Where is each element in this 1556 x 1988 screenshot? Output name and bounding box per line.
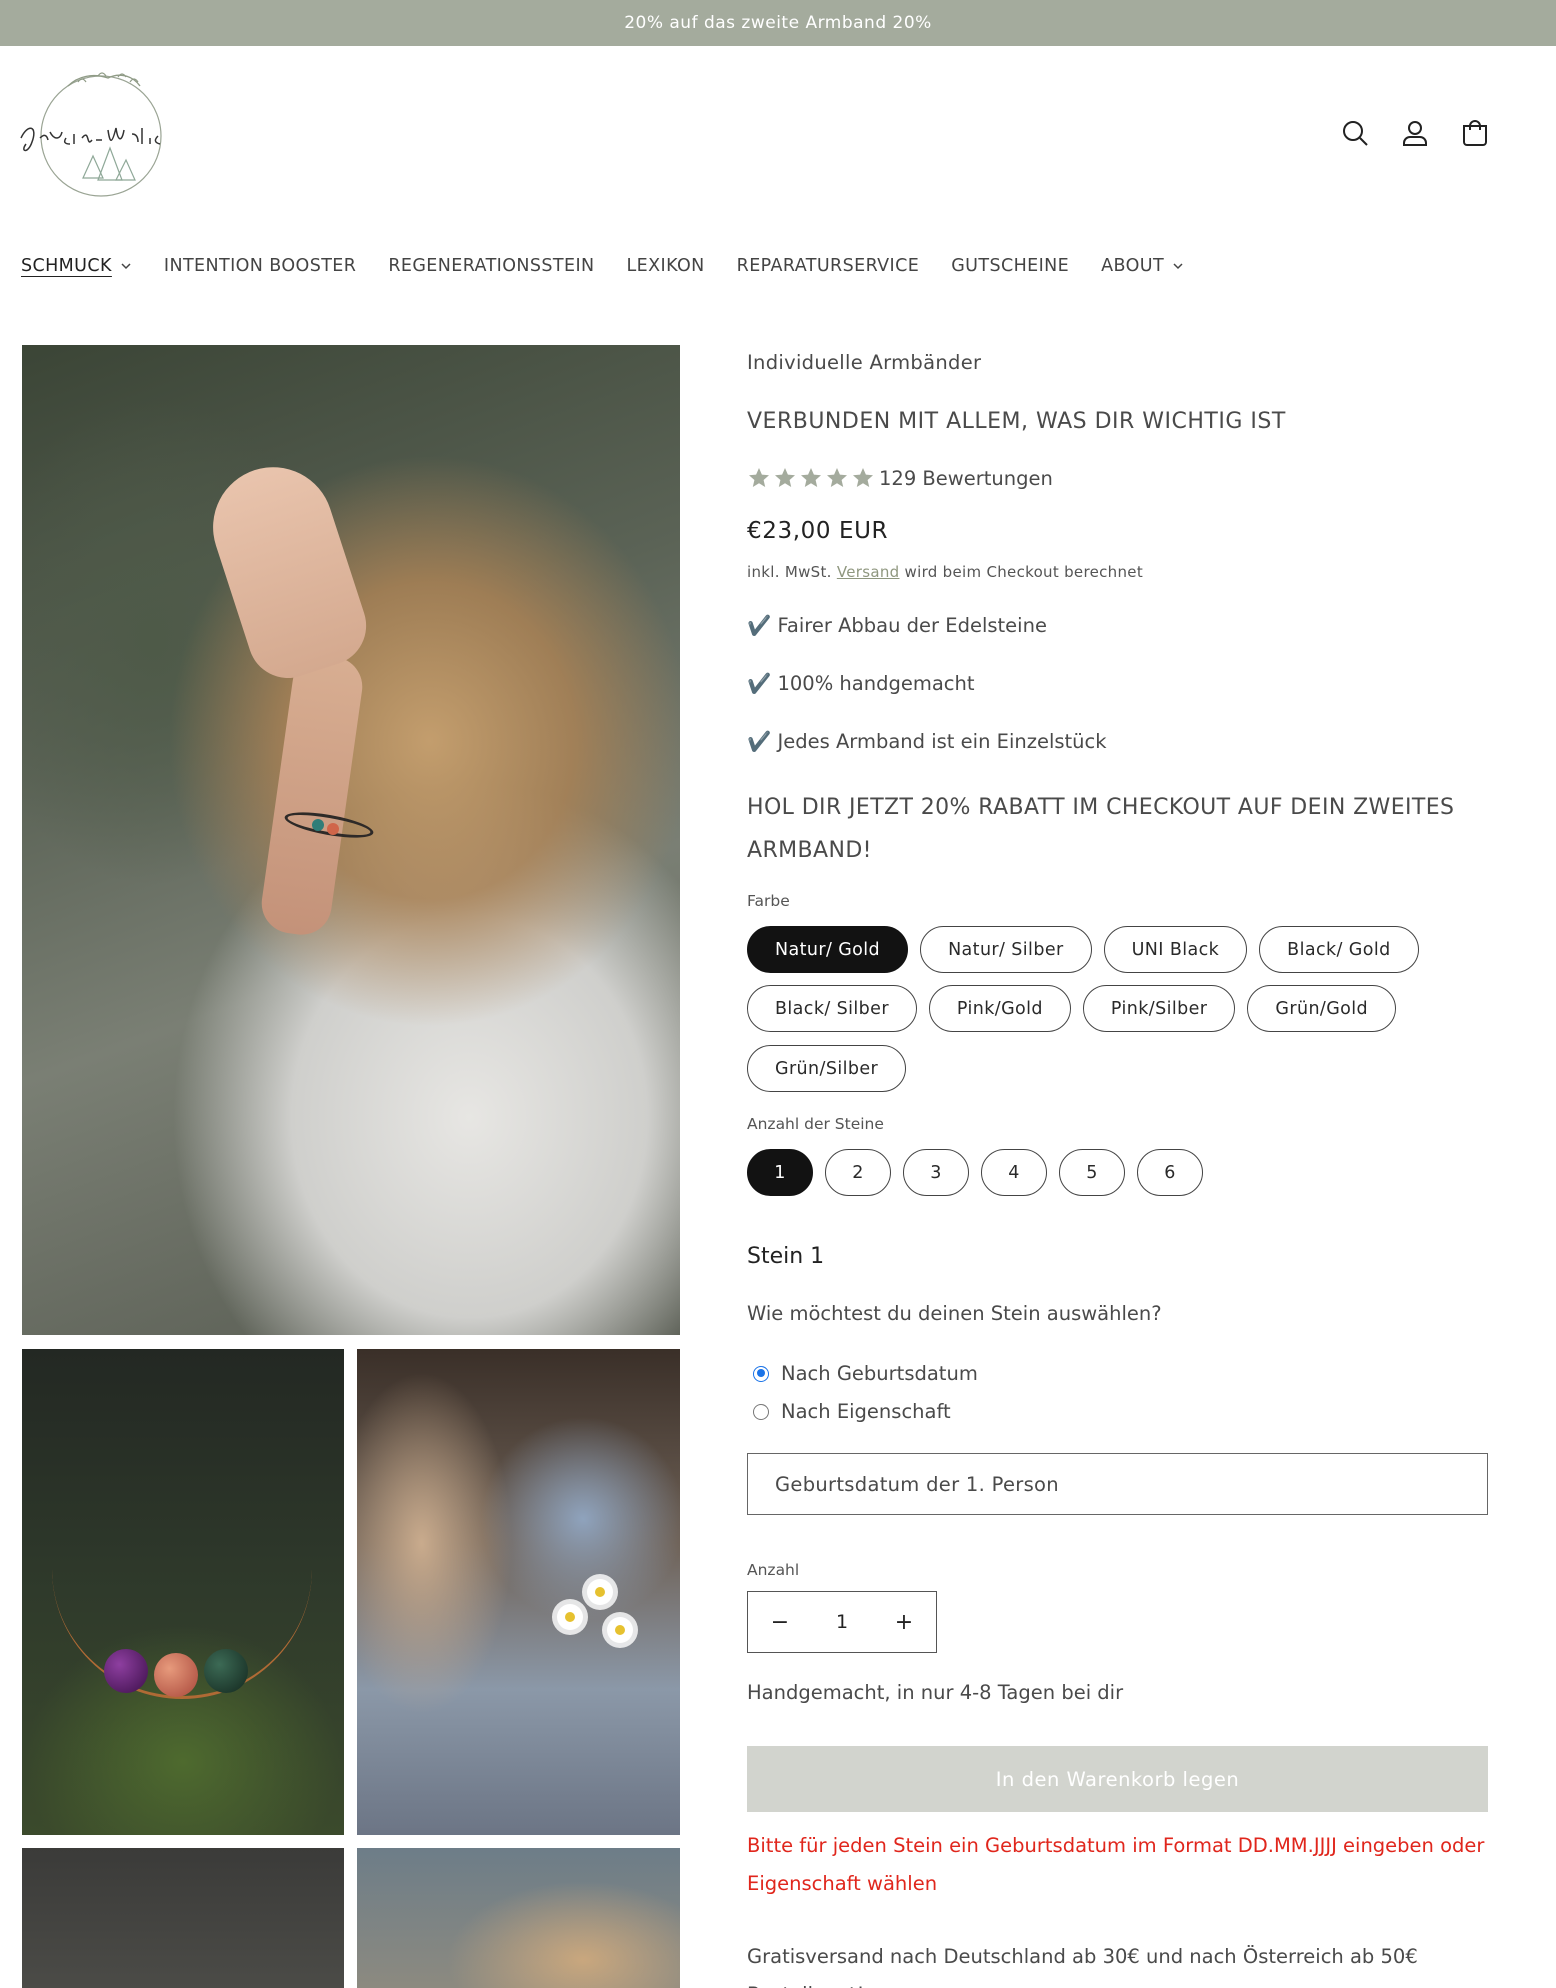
farbe-option[interactable]: UNI Black — [1103, 926, 1248, 973]
nav-item-intention-booster[interactable]: INTENTION BOOSTER — [164, 256, 356, 276]
cart-icon[interactable] — [1460, 118, 1490, 148]
usp-item: ✔️ 100% handgemacht — [747, 672, 975, 695]
nav-item-schmuck[interactable]: SCHMUCK — [21, 256, 132, 276]
birthdate-input[interactable]: Geburtsdatum der 1. Person — [747, 1453, 1488, 1515]
shipping-link[interactable]: Versand — [837, 563, 900, 581]
steine-option[interactable]: 4 — [981, 1149, 1047, 1196]
farbe-option[interactable]: Pink/Gold — [928, 985, 1071, 1032]
quantity-label: Anzahl — [747, 1561, 800, 1579]
steine-option[interactable]: 1 — [747, 1149, 813, 1196]
nav-item-about[interactable]: ABOUT — [1101, 256, 1184, 276]
radio-button[interactable] — [753, 1403, 769, 1420]
stein-heading: Stein 1 — [747, 1244, 825, 1269]
announcement-bar: 20% auf das zweite Armband 20% — [0, 0, 1556, 46]
nav-item-label: GUTSCHEINE — [951, 256, 1070, 276]
product-image-main[interactable] — [22, 345, 680, 1335]
rating-stars — [747, 466, 875, 490]
stein-question: Wie möchtest du deinen Stein auswählen? — [747, 1302, 1162, 1325]
search-icon[interactable] — [1340, 118, 1370, 148]
nav-item-label: SCHMUCK — [21, 256, 112, 276]
product-price: €23,00 EUR — [747, 518, 889, 544]
steine-option[interactable]: 2 — [825, 1149, 891, 1196]
steine-options-row: 1 2 3 4 5 6 — [747, 1149, 1203, 1196]
radio-button[interactable] — [753, 1365, 769, 1382]
nav-item-reparaturservice[interactable]: REPARATURSERVICE — [737, 256, 920, 276]
nav-item-label: REGENERATIONSSTEIN — [388, 256, 595, 276]
product-vendor: Individuelle Armbänder — [747, 351, 982, 374]
farbe-options-row: Natur/ Gold Natur/ Silber UNI Black Blac… — [747, 926, 1419, 973]
steine-option[interactable]: 6 — [1137, 1149, 1203, 1196]
image-flower — [587, 1579, 613, 1605]
chevron-down-icon — [1173, 263, 1183, 270]
product-rating[interactable]: 129 Bewertungen — [747, 466, 1487, 490]
tax-note: inkl. MwSt. Versand wird beim Checkout b… — [747, 563, 1487, 581]
image-bead — [327, 823, 339, 835]
tax-suffix: wird beim Checkout berechnet — [904, 563, 1144, 581]
star-icon — [775, 468, 795, 487]
plus-icon[interactable]: + — [894, 1610, 914, 1635]
minus-icon[interactable]: − — [770, 1610, 790, 1635]
nav-item-label: REPARATURSERVICE — [736, 256, 920, 276]
image-arm-detail — [257, 651, 367, 939]
add-to-cart-button[interactable]: In den Warenkorb legen — [747, 1746, 1488, 1812]
rating-count: 129 Bewertungen — [879, 466, 1053, 490]
farbe-option[interactable]: Grün/Silber — [747, 1045, 907, 1092]
quantity-value[interactable]: 1 — [836, 1611, 848, 1633]
farbe-option[interactable]: Pink/Silber — [1082, 985, 1236, 1032]
farbe-option[interactable]: Natur/ Gold — [747, 926, 909, 973]
account-icon[interactable] — [1400, 118, 1430, 148]
radio-label: Nach Geburtsdatum — [781, 1362, 978, 1385]
nav-item-regenerationsstein[interactable]: REGENERATIONSSTEIN — [388, 256, 594, 276]
product-image-flowers[interactable] — [357, 1349, 680, 1835]
radio-eigenschaft[interactable]: Nach Eigenschaft — [753, 1400, 951, 1423]
farbe-options-row: Black/ Silber Pink/Gold Pink/Silber Grün… — [747, 985, 1397, 1032]
steine-label: Anzahl der Steine — [747, 1115, 884, 1133]
product-title: VERBUNDEN MIT ALLEM, WAS DIR WICHTIG IST — [747, 409, 1286, 434]
steine-option[interactable]: 5 — [1059, 1149, 1125, 1196]
birthdate-placeholder: Geburtsdatum der 1. Person — [775, 1472, 1059, 1496]
farbe-option[interactable]: Grün/Gold — [1247, 985, 1397, 1032]
delivery-note: Handgemacht, in nur 4-8 Tagen bei dir — [747, 1681, 1124, 1704]
image-flower — [557, 1604, 583, 1630]
farbe-label: Farbe — [747, 892, 790, 910]
star-icon — [801, 468, 821, 487]
logo-image — [20, 72, 162, 197]
radio-geburtsdatum[interactable]: Nach Geburtsdatum — [753, 1362, 978, 1385]
logo[interactable] — [18, 68, 184, 204]
shipping-note: Gratisversand nach Deutschland ab 30€ un… — [747, 1945, 1418, 1988]
usp-item: ✔️ Jedes Armband ist ein Einzelstück — [747, 730, 1107, 753]
image-bead — [312, 819, 324, 831]
nav-item-gutscheine[interactable]: GUTSCHEINE — [951, 256, 1069, 276]
nav-item-label: ABOUT — [1101, 256, 1165, 276]
nav-item-lexikon[interactable]: LEXIKON — [627, 256, 705, 276]
nav-item-label: INTENTION BOOSTER — [163, 256, 357, 276]
star-icon — [749, 468, 769, 487]
main-nav: SCHMUCK INTENTION BOOSTER REGENERATIONSS… — [21, 256, 1184, 276]
star-icon — [853, 468, 873, 487]
farbe-options-row: Grün/Silber — [747, 1045, 907, 1092]
image-stone-jasper — [204, 1649, 248, 1693]
announcement-text: 20% auf das zweite Armband 20% — [624, 13, 932, 33]
usp-item: ✔️ Fairer Abbau der Edelsteine — [747, 614, 1047, 637]
image-stone-sunstone — [154, 1653, 198, 1697]
promo-text: HOL DIR JETZT 20% RABATT IM CHECKOUT AUF… — [747, 795, 1455, 863]
farbe-option[interactable]: Black/ Gold — [1259, 926, 1419, 973]
product-image-necklace[interactable] — [22, 1349, 344, 1835]
star-icon — [827, 468, 847, 487]
farbe-option[interactable]: Natur/ Silber — [920, 926, 1092, 973]
steine-option[interactable]: 3 — [903, 1149, 969, 1196]
product-image-child[interactable] — [357, 1848, 680, 1988]
header-icons — [1340, 118, 1490, 148]
radio-label: Nach Eigenschaft — [781, 1400, 951, 1423]
chevron-down-icon — [121, 263, 131, 270]
nav-item-label: LEXIKON — [626, 256, 705, 276]
tax-prefix: inkl. MwSt. — [747, 563, 832, 581]
product-image-flat-lay[interactable] — [22, 1848, 344, 1988]
quantity-stepper: − 1 + — [747, 1591, 937, 1653]
image-hand-detail — [197, 451, 377, 689]
image-flower — [607, 1617, 633, 1643]
image-stone-amethyst — [104, 1649, 148, 1693]
validation-error: Bitte für jeden Stein ein Geburtsdatum i… — [747, 1834, 1485, 1895]
farbe-option[interactable]: Black/ Silber — [747, 985, 917, 1032]
